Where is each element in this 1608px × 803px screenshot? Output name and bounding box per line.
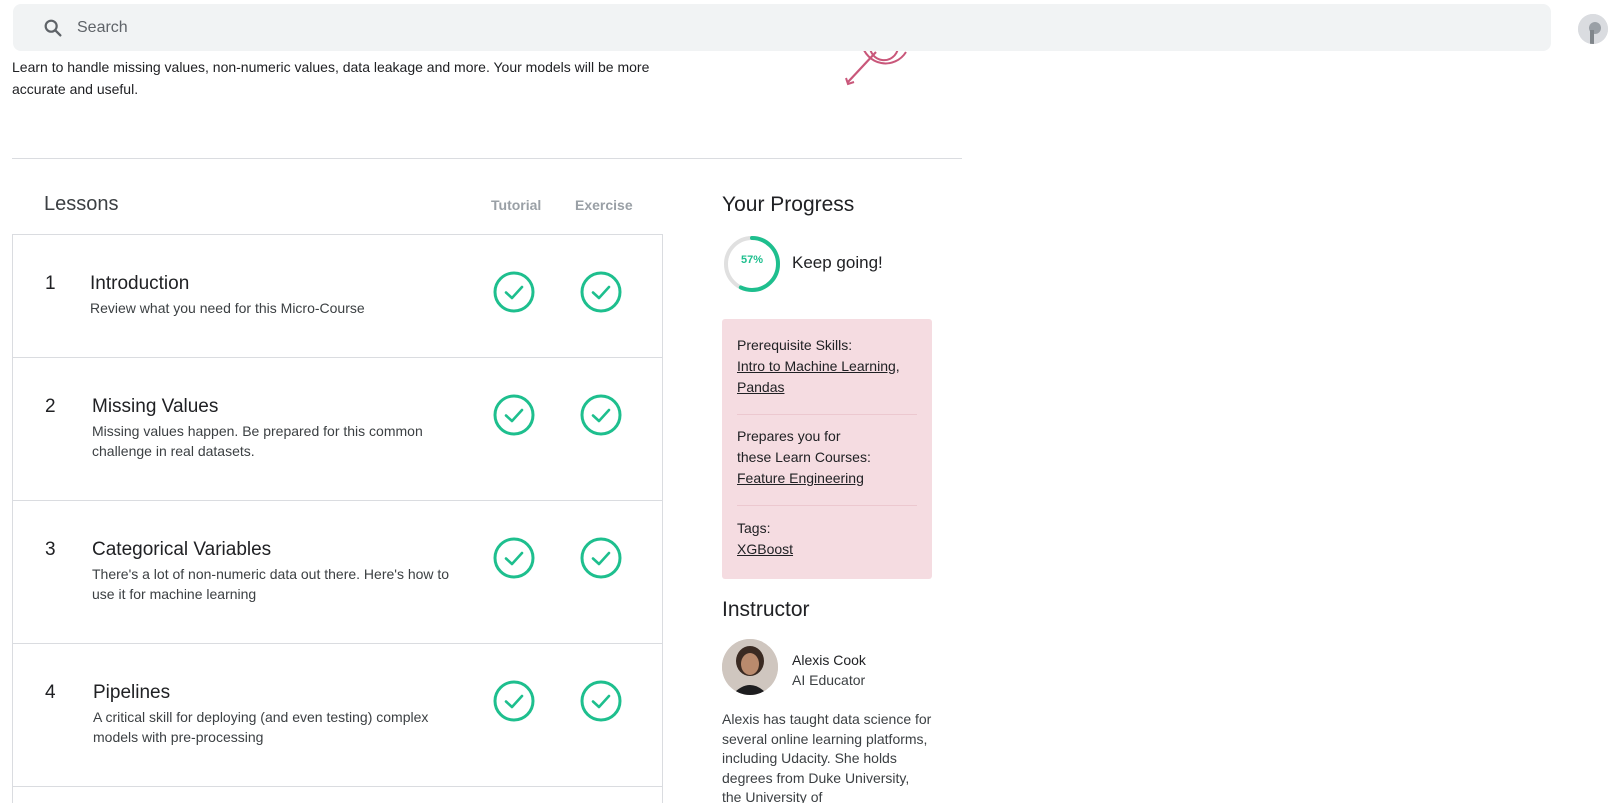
instructor-name[interactable]: Alexis Cook bbox=[792, 652, 866, 668]
prepares-section: Prepares you for these Learn Courses: Fe… bbox=[737, 426, 917, 489]
prepares-label-line1: Prepares you for bbox=[737, 428, 841, 444]
prereq-link-pandas[interactable]: Pandas bbox=[737, 379, 784, 395]
user-avatar[interactable] bbox=[1578, 14, 1608, 44]
tutorial-complete-check-icon[interactable] bbox=[493, 394, 535, 436]
course-info-box: Prerequisite Skills: Intro to Machine Le… bbox=[722, 319, 932, 579]
lesson-subtitle: Review what you need for this Micro-Cour… bbox=[90, 300, 365, 316]
lesson-number: 1 bbox=[45, 273, 56, 294]
progress-percent: 57% bbox=[740, 254, 764, 266]
info-divider bbox=[737, 414, 917, 415]
course-description: Learn to handle missing values, non-nume… bbox=[12, 59, 650, 97]
prereq-link-intro-ml[interactable]: Intro to Machine Learning bbox=[737, 358, 896, 374]
lesson-subtitle: A critical skill for deploying (and even… bbox=[93, 709, 429, 745]
instructor-heading: Instructor bbox=[722, 598, 810, 621]
instructor-bio: Alexis has taught data science for sever… bbox=[722, 711, 932, 803]
lesson-row[interactable]: 1 Introduction Review what you need for … bbox=[13, 235, 662, 358]
lessons-heading: Lessons bbox=[44, 193, 119, 215]
lesson-row[interactable]: 2 Missing Values Missing values happen. … bbox=[13, 358, 662, 501]
prepares-label-line2: these Learn Courses: bbox=[737, 449, 871, 465]
tutorial-column-header: Tutorial bbox=[491, 197, 542, 213]
lesson-title[interactable]: Introduction bbox=[90, 273, 189, 295]
tutorial-complete-check-icon[interactable] bbox=[493, 680, 535, 722]
lesson-number: 4 bbox=[45, 682, 56, 703]
prereq-separator: , bbox=[895, 358, 900, 374]
info-divider bbox=[737, 505, 917, 506]
prerequisite-label: Prerequisite Skills: bbox=[737, 337, 853, 353]
exercise-complete-check-icon[interactable] bbox=[580, 680, 622, 722]
progress-heading: Your Progress bbox=[722, 193, 855, 216]
lesson-subtitle: There's a lot of non-numeric data out th… bbox=[92, 566, 450, 602]
lesson-number: 3 bbox=[45, 539, 56, 560]
lesson-title[interactable]: Pipelines bbox=[93, 682, 170, 704]
tag-link-xgboost[interactable]: XGBoost bbox=[737, 541, 793, 557]
lesson-subtitle: Missing values happen. Be prepared for t… bbox=[92, 423, 423, 459]
exercise-complete-check-icon[interactable] bbox=[580, 394, 622, 436]
progress-message: Keep going! bbox=[792, 253, 883, 272]
lesson-number: 2 bbox=[45, 396, 56, 417]
lesson-row[interactable]: 3 Categorical Variables There's a lot of… bbox=[13, 501, 662, 644]
exercise-complete-check-icon[interactable] bbox=[580, 537, 622, 579]
prerequisite-section: Prerequisite Skills: Intro to Machine Le… bbox=[737, 335, 917, 398]
lessons-table: 1 Introduction Review what you need for … bbox=[12, 234, 663, 803]
tags-label: Tags: bbox=[737, 520, 771, 536]
instructor-role: AI Educator bbox=[792, 672, 866, 688]
section-divider bbox=[12, 158, 962, 159]
tags-section: Tags: XGBoost bbox=[737, 518, 917, 560]
tutorial-complete-check-icon[interactable] bbox=[493, 537, 535, 579]
lesson-title[interactable]: Categorical Variables bbox=[92, 539, 271, 561]
search-bar[interactable] bbox=[13, 4, 1551, 51]
tutorial-complete-check-icon[interactable] bbox=[493, 271, 535, 313]
exercise-complete-check-icon[interactable] bbox=[580, 271, 622, 313]
lesson-row[interactable]: 4 Pipelines A critical skill for deployi… bbox=[13, 644, 662, 787]
search-icon bbox=[39, 14, 67, 42]
instructor-avatar[interactable] bbox=[722, 639, 778, 695]
search-input[interactable] bbox=[77, 18, 677, 37]
exercise-column-header: Exercise bbox=[575, 197, 633, 213]
prepares-link-feature-engineering[interactable]: Feature Engineering bbox=[737, 470, 864, 486]
lesson-title[interactable]: Missing Values bbox=[92, 396, 218, 418]
